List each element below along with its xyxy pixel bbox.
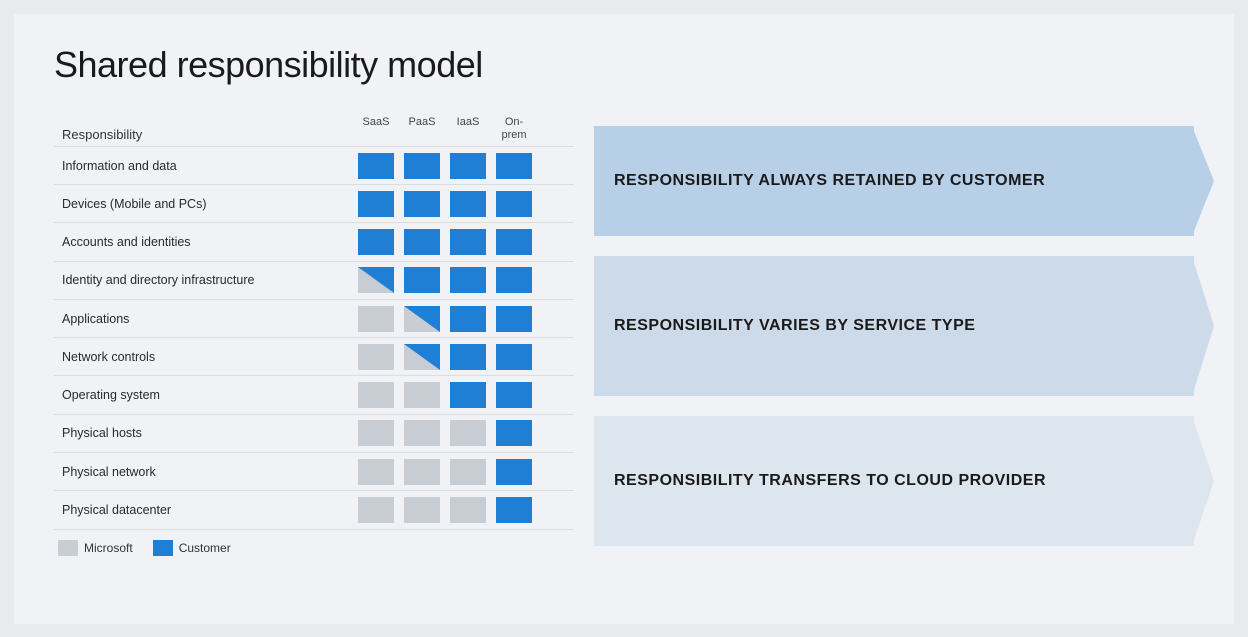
- row-label: Accounts and identities: [54, 235, 354, 249]
- cell: [354, 304, 398, 334]
- cell: [400, 342, 444, 372]
- banner-varies-text: RESPONSIBILITY VARIES BY SERVICE TYPE: [614, 317, 975, 335]
- banner-customer-text: RESPONSIBILITY ALWAYS RETAINED BY CUSTOM…: [614, 172, 1045, 190]
- cell: [492, 189, 536, 219]
- row-label: Information and data: [54, 159, 354, 173]
- row-label: Physical datacenter: [54, 503, 354, 517]
- cell: [446, 304, 490, 334]
- col-paas: PaaS: [400, 116, 444, 142]
- cell: [446, 495, 490, 525]
- table-row: Operating system: [54, 376, 574, 414]
- cell: [354, 227, 398, 257]
- cell: [400, 227, 444, 257]
- cell: [354, 151, 398, 181]
- row-cells: [354, 380, 536, 410]
- row-label: Devices (Mobile and PCs): [54, 197, 354, 211]
- column-headers: SaaS PaaS IaaS On-prem: [354, 116, 536, 142]
- row-cells: [354, 495, 536, 525]
- legend-microsoft: Microsoft: [58, 540, 133, 556]
- row-cells: [354, 189, 536, 219]
- row-cells: [354, 342, 536, 372]
- row-label: Physical hosts: [54, 426, 354, 440]
- table-header: Responsibility SaaS PaaS IaaS On-prem: [54, 116, 574, 146]
- cell: [446, 189, 490, 219]
- cell: [446, 457, 490, 487]
- cell: [492, 380, 536, 410]
- cell: [354, 495, 398, 525]
- row-label: Operating system: [54, 388, 354, 402]
- table-row: Accounts and identities: [54, 223, 574, 261]
- cell: [492, 342, 536, 372]
- slide: Shared responsibility model Responsibili…: [14, 14, 1234, 624]
- slide-title: Shared responsibility model: [54, 44, 1194, 86]
- cell: [492, 265, 536, 295]
- legend-customer-icon: [153, 540, 173, 556]
- cell: [446, 418, 490, 448]
- cell: [400, 380, 444, 410]
- banner-varies: RESPONSIBILITY VARIES BY SERVICE TYPE: [594, 256, 1194, 396]
- legend-microsoft-icon: [58, 540, 78, 556]
- cell: [446, 151, 490, 181]
- banners-section: RESPONSIBILITY ALWAYS RETAINED BY CUSTOM…: [574, 116, 1194, 556]
- table-row: Applications: [54, 300, 574, 338]
- cell: [492, 457, 536, 487]
- cell: [446, 227, 490, 257]
- table-row: Devices (Mobile and PCs): [54, 185, 574, 223]
- legend-customer: Customer: [153, 540, 231, 556]
- col-onprem: On-prem: [492, 116, 536, 142]
- row-cells: [354, 418, 536, 448]
- table-row: Physical hosts: [54, 415, 574, 453]
- cell: [400, 265, 444, 295]
- row-cells: [354, 151, 536, 181]
- row-cells: [354, 227, 536, 257]
- cell: [400, 151, 444, 181]
- cell: [400, 304, 444, 334]
- row-cells: [354, 457, 536, 487]
- responsibility-header: Responsibility: [54, 127, 354, 142]
- legend: Microsoft Customer: [54, 540, 574, 556]
- col-iaas: IaaS: [446, 116, 490, 142]
- banner-cloud: RESPONSIBILITY TRANSFERS TO CLOUD PROVID…: [594, 416, 1194, 546]
- table-row: Information and data: [54, 146, 574, 185]
- row-cells: [354, 265, 536, 295]
- cell: [492, 304, 536, 334]
- banner-cloud-text: RESPONSIBILITY TRANSFERS TO CLOUD PROVID…: [614, 472, 1046, 490]
- cell: [354, 342, 398, 372]
- cell: [492, 227, 536, 257]
- cell: [400, 189, 444, 219]
- cell: [492, 151, 536, 181]
- banner-customer: RESPONSIBILITY ALWAYS RETAINED BY CUSTOM…: [594, 126, 1194, 236]
- cell: [354, 189, 398, 219]
- row-label: Network controls: [54, 350, 354, 364]
- row-label: Applications: [54, 312, 354, 326]
- content-area: Responsibility SaaS PaaS IaaS On-prem In…: [54, 116, 1194, 556]
- table-section: Responsibility SaaS PaaS IaaS On-prem In…: [54, 116, 574, 556]
- cell: [446, 380, 490, 410]
- legend-microsoft-label: Microsoft: [84, 541, 133, 555]
- cell: [446, 342, 490, 372]
- cell: [354, 380, 398, 410]
- table-row: Physical network: [54, 453, 574, 491]
- cell: [354, 418, 398, 448]
- cell: [492, 495, 536, 525]
- cell: [400, 418, 444, 448]
- table-row: Network controls: [54, 338, 574, 376]
- legend-customer-label: Customer: [179, 541, 231, 555]
- cell: [400, 457, 444, 487]
- col-saas: SaaS: [354, 116, 398, 142]
- cell: [354, 265, 398, 295]
- cell: [354, 457, 398, 487]
- row-label: Physical network: [54, 465, 354, 479]
- table-row: Identity and directory infrastructure: [54, 262, 574, 300]
- cell: [446, 265, 490, 295]
- cell: [492, 418, 536, 448]
- cell: [400, 495, 444, 525]
- table-body: Information and data Devices (Mobile and…: [54, 146, 574, 530]
- table-row: Physical datacenter: [54, 491, 574, 529]
- row-cells: [354, 304, 536, 334]
- row-label: Identity and directory infrastructure: [54, 273, 354, 287]
